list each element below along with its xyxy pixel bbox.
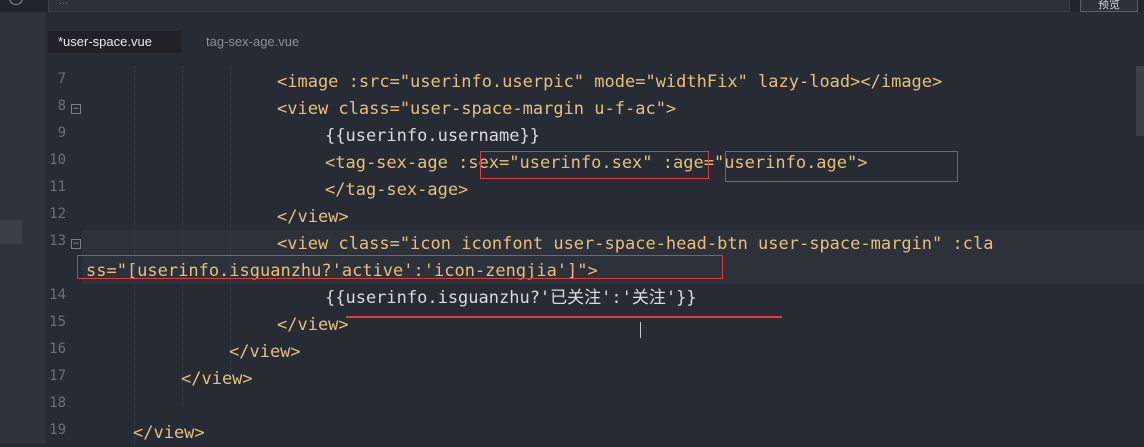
line-number: 8 (57, 98, 66, 114)
line-number: 15 (49, 314, 66, 330)
editor-tab-bar: *user-space.vue tag-sex-age.vue (46, 12, 1144, 66)
code-line-10-tag: <tag-sex-age (325, 153, 459, 173)
indent-guide (230, 66, 231, 379)
side-panel (0, 12, 46, 444)
annotation-box-age (725, 151, 958, 182)
tab-tag-sex-age[interactable]: tag-sex-age.vue (196, 31, 336, 53)
line-number: 12 (49, 206, 66, 222)
code-line-11: </tag-sex-age> (325, 180, 469, 200)
annotation-box-class (77, 255, 723, 279)
back-circle-icon[interactable] (9, 0, 23, 5)
line-number: 7 (57, 71, 66, 87)
line-number: 9 (57, 125, 66, 141)
line-number: 19 (49, 422, 66, 438)
indent-guide (182, 66, 183, 406)
code-line-14: {{userinfo.isguanzhu?'已关注':'关注'}} (325, 288, 697, 308)
code-editor[interactable]: 7 8 − 9 10 11 12 13 − 14 15 16 17 18 19 … (46, 66, 1144, 444)
fold-toggle-icon[interactable]: − (71, 239, 81, 249)
annotation-box-sex (480, 151, 709, 179)
path-field[interactable]: ... (48, 0, 1070, 12)
code-line-13: <view class="icon iconfont user-space-he… (277, 234, 994, 254)
line-number: 17 (49, 368, 66, 384)
fold-toggle-icon[interactable]: − (71, 104, 81, 114)
preview-button[interactable]: 预览 (1080, 0, 1138, 12)
line-number: 16 (49, 341, 66, 357)
code-line-12: </view> (277, 207, 349, 227)
code-line-9: {{userinfo.username}} (325, 126, 540, 146)
line-number: 18 (49, 395, 66, 411)
side-panel-marker (0, 220, 22, 244)
line-number: 14 (49, 287, 66, 303)
line-number: 10 (49, 152, 66, 168)
annotation-underline (346, 316, 782, 318)
line-number: 13 (49, 233, 66, 249)
text-cursor-icon (640, 322, 646, 338)
code-line-17: </view> (181, 369, 253, 389)
code-line-16: </view> (229, 342, 301, 362)
code-line-7: <image :src="userinfo.userpic" mode="wid… (277, 72, 943, 92)
code-line-15: </view> (277, 315, 349, 335)
top-toolbar: ... 预览 (0, 0, 1144, 12)
tab-user-space[interactable]: *user-space.vue (48, 31, 182, 53)
line-number: 11 (49, 179, 66, 195)
code-line-8: <view class="user-space-margin u-f-ac"> (277, 99, 677, 119)
scrollbar-thumb[interactable] (1136, 66, 1144, 136)
code-line-19: </view> (133, 423, 205, 443)
path-field-text: ... (59, 0, 69, 7)
